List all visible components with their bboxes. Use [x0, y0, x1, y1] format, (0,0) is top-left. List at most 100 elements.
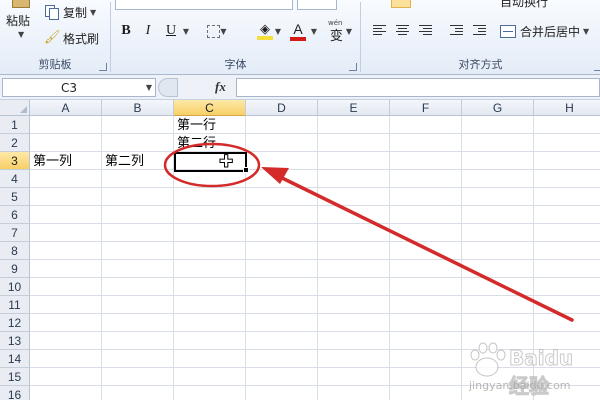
fill-bucket-icon: ◈ — [260, 21, 270, 36]
row-header-7[interactable]: 7 — [0, 224, 30, 242]
row-header-10[interactable]: 10 — [0, 278, 30, 296]
ribbon: 粘贴 ▼ 复制 ▼ 🖌 格式刷 剪贴板 字体 B I U ▼ ▼ ◈ ▼ A ▼ — [0, 0, 600, 75]
font-color-button[interactable]: A — [283, 21, 313, 41]
border-icon — [207, 24, 221, 38]
gridline-vertical — [461, 116, 462, 400]
formula-input[interactable] — [236, 78, 600, 97]
active-cell-C3[interactable] — [174, 152, 247, 172]
alignment-group-label: 对齐方式 — [458, 58, 503, 71]
name-box[interactable]: C3 ▼ — [2, 78, 156, 97]
column-header-G[interactable]: G — [462, 100, 534, 116]
row-header-9[interactable]: 9 — [0, 260, 30, 278]
gridline-horizontal — [30, 151, 600, 152]
gridline-horizontal — [30, 277, 600, 278]
watermark: Baidu经验 jingyan.baidu.com — [463, 338, 593, 399]
border-button[interactable]: ▼ — [205, 21, 229, 41]
formula-bar-divider — [158, 78, 178, 97]
row-header-4[interactable]: 4 — [0, 170, 30, 188]
row-header-13[interactable]: 13 — [0, 332, 30, 350]
phonetic-caret-icon[interactable]: ▼ — [346, 27, 352, 36]
phonetic-pinyin: wén — [328, 19, 343, 27]
row-header-8[interactable]: 8 — [0, 242, 30, 260]
font-name-dropdown[interactable] — [115, 0, 293, 10]
row-header-5[interactable]: 5 — [0, 188, 30, 206]
cell-A3[interactable]: 第一列 — [30, 153, 72, 171]
row-header-16[interactable]: 16 — [0, 386, 30, 400]
gridline-horizontal — [30, 241, 600, 242]
increase-indent-button[interactable] — [470, 22, 490, 40]
align-right-button[interactable] — [416, 22, 436, 40]
gridline-horizontal — [30, 187, 600, 188]
fill-color-swatch — [257, 36, 273, 40]
format-painter-icon: 🖌 — [44, 30, 61, 45]
column-header-H[interactable]: H — [534, 100, 600, 116]
gridline-vertical — [389, 116, 390, 400]
align-center-button[interactable] — [393, 22, 413, 40]
row-header-15[interactable]: 15 — [0, 368, 30, 386]
paste-caret-icon[interactable]: ▼ — [18, 30, 24, 39]
gridline-horizontal — [30, 295, 600, 296]
row-header-14[interactable]: 14 — [0, 350, 30, 368]
underline-caret-icon[interactable]: ▼ — [181, 21, 191, 41]
italic-button[interactable]: I — [139, 21, 157, 41]
wrap-text-label: 自动换行 — [500, 0, 549, 9]
column-header-C[interactable]: C — [174, 100, 246, 116]
row-header-2[interactable]: 2 — [0, 134, 30, 152]
font-color-swatch — [290, 36, 306, 41]
copy-caret-icon[interactable]: ▼ — [90, 8, 96, 17]
row-header-1[interactable]: 1 — [0, 116, 30, 134]
select-all-corner[interactable] — [0, 100, 30, 116]
row-header-11[interactable]: 11 — [0, 296, 30, 314]
format-painter-button[interactable]: 🖌 格式刷 — [44, 29, 99, 47]
copy-button[interactable]: 复制 ▼ — [44, 3, 96, 21]
cell-C1[interactable]: 第一行 — [174, 117, 216, 135]
phonetic-button[interactable]: wén 变 ▼ — [324, 19, 358, 44]
format-painter-label: 格式刷 — [63, 31, 100, 46]
gridline-vertical — [317, 116, 318, 400]
copy-icon — [44, 5, 59, 20]
gridline-horizontal — [30, 133, 600, 134]
column-header-F[interactable]: F — [390, 100, 462, 116]
cross-cursor-icon: ✚ — [218, 152, 234, 172]
gridline-horizontal — [30, 259, 600, 260]
paste-button[interactable]: 粘贴 ▼ — [4, 0, 38, 50]
font-size-dropdown[interactable] — [297, 0, 337, 10]
formula-bar: C3 ▼ fx — [0, 75, 600, 100]
clipboard-dialog-launcher-icon[interactable] — [99, 63, 107, 71]
insert-function-button[interactable]: fx — [215, 79, 226, 95]
column-header-D[interactable]: D — [246, 100, 318, 116]
cell-C2[interactable]: 第二行 — [174, 135, 216, 153]
font-color-icon: A — [293, 20, 303, 37]
baidu-paw-icon — [470, 342, 506, 377]
row-header-12[interactable]: 12 — [0, 314, 30, 332]
merge-icon — [500, 24, 516, 38]
border-caret-icon[interactable]: ▼ — [220, 27, 226, 36]
row-header-3[interactable]: 3 — [0, 152, 30, 170]
font-group-label: 字体 — [224, 58, 247, 71]
phonetic-icon: 变 — [329, 28, 343, 44]
fill-handle[interactable] — [243, 167, 249, 173]
font-dialog-launcher-icon[interactable] — [349, 63, 357, 71]
wrap-text-button[interactable]: 自动换行 — [500, 0, 548, 10]
clipboard-group: 粘贴 ▼ 复制 ▼ 🖌 格式刷 剪贴板 — [0, 0, 110, 75]
bold-button[interactable]: B — [117, 21, 135, 41]
font-color-caret-icon[interactable]: ▼ — [310, 21, 318, 41]
row-header-6[interactable]: 6 — [0, 206, 30, 224]
cell-B3[interactable]: 第二列 — [102, 153, 144, 171]
column-header-E[interactable]: E — [318, 100, 390, 116]
name-box-caret-icon[interactable]: ▼ — [146, 83, 152, 92]
fill-color-caret-icon[interactable]: ▼ — [274, 21, 282, 41]
underline-button[interactable]: U — [162, 21, 180, 41]
gridline-horizontal — [30, 223, 600, 224]
column-header-A[interactable]: A — [30, 100, 102, 116]
align-left-button[interactable] — [370, 22, 390, 40]
merge-center-label: 合并后居中 — [520, 24, 581, 39]
alignment-dialog-launcher-icon[interactable] — [594, 63, 600, 71]
decrease-indent-button[interactable] — [447, 22, 467, 40]
align-top-button[interactable] — [391, 0, 411, 8]
column-header-B[interactable]: B — [102, 100, 174, 116]
watermark-url: jingyan.baidu.com — [469, 379, 571, 392]
merge-center-button[interactable]: 合并后居中 ▼ — [500, 21, 589, 41]
paste-label: 粘贴 — [6, 14, 31, 28]
merge-caret-icon[interactable]: ▼ — [583, 27, 589, 36]
